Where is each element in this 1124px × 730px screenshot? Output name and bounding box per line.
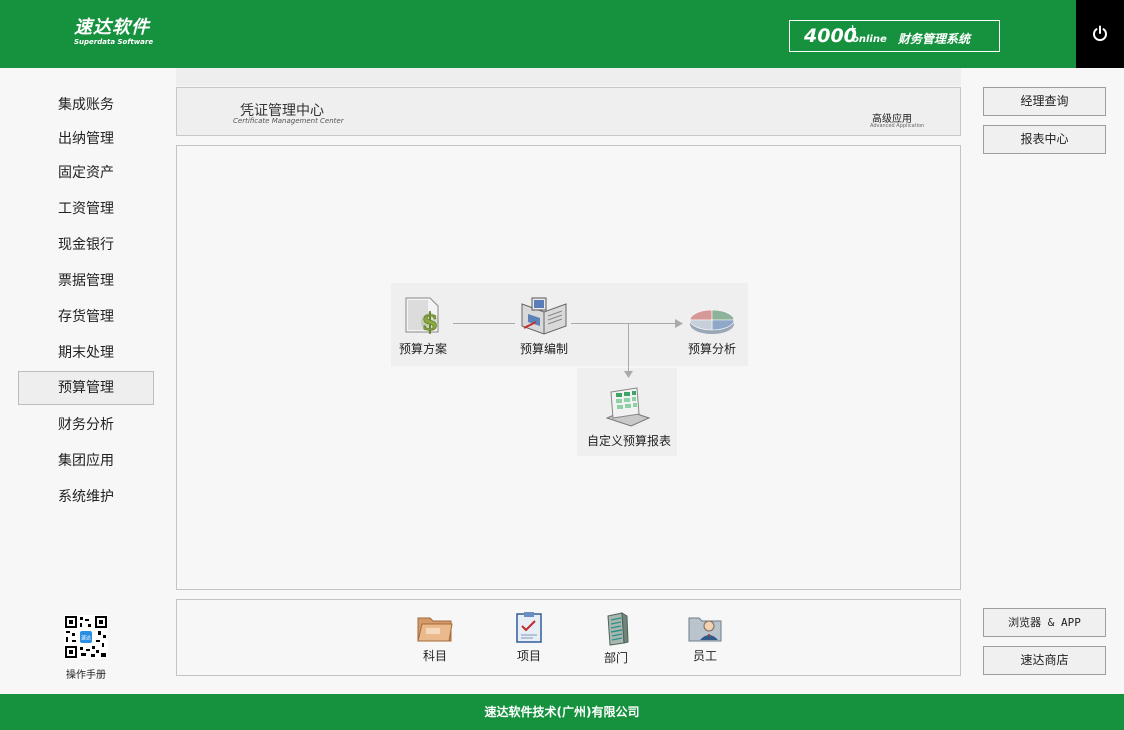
custom-budget-report-node[interactable]: 自定义预算报表 [587,384,672,449]
budget-book-icon [521,297,567,335]
sidebar-item-payroll[interactable]: 工资管理 [18,192,154,226]
sidebar-item-integrated-accounting[interactable]: 集成账务 [18,88,154,122]
section-banner: 凭证管理中心 Certificate Management Center 高级应… [176,87,961,136]
project-button[interactable]: 项目 [499,612,559,664]
budget-compile-node[interactable]: 预算编制 [504,292,584,357]
budget-compile-label: 预算编制 [519,342,568,356]
sidebar-item-financial-analysis[interactable]: 财务分析 [18,408,154,442]
manual-qr-link[interactable]: 速达 操作手册 [62,615,110,681]
report-sheet-icon [605,387,651,427]
banner-subtitle: Certificate Management Center [233,117,344,125]
clipboard-icon [516,612,542,643]
qr-code-icon: 速达 [64,615,108,659]
svg-text:速达: 速达 [81,635,91,642]
custom-budget-report-label: 自定义预算报表 [587,434,672,448]
hotline-suffix: online [852,34,887,45]
flow-connector [628,323,629,373]
dollar-document-icon: $ [405,297,439,336]
sidebar-item-fixed-assets[interactable]: 固定资产 [18,156,154,190]
logo-text-en: Superdata Software [74,38,154,46]
sidebar-item-group[interactable]: 集团应用 [18,444,154,478]
employee-label: 员工 [692,649,717,663]
building-icon [607,612,629,646]
power-icon [1093,25,1107,41]
sidebar-item-cash-bank[interactable]: 现金银行 [18,228,154,262]
manager-query-button[interactable]: 经理查询 [983,87,1106,116]
power-button[interactable] [1076,0,1124,68]
budget-analysis-label: 预算分析 [687,342,736,356]
account-subject-label: 科目 [422,649,447,663]
sidebar-item-budget[interactable]: 预算管理 [18,371,154,405]
project-label: 项目 [516,649,541,663]
browser-app-button[interactable]: 浏览器 & APP [983,608,1106,637]
system-name: 财务管理系统 [898,32,971,46]
account-subject-button[interactable]: 科目 [405,612,465,664]
budget-analysis-node[interactable]: 预算分析 [672,300,752,357]
top-strip [176,68,961,86]
bottom-quick-bar: 科目 项目 部门 员工 [176,599,961,676]
svg-text:$: $ [422,307,439,336]
logo-text-cn: 速达软件 [74,17,150,38]
department-label: 部门 [603,651,628,665]
sidebar-item-bills[interactable]: 票据管理 [18,264,154,298]
footer-company-name: 速达软件技术(广州)有限公司 [484,705,640,719]
folder-icon [417,617,453,642]
budget-plan-node[interactable]: $ 预算方案 [383,292,463,357]
company-logo: 速达软件 Superdata Software [74,18,153,47]
department-button[interactable]: 部门 [586,612,646,666]
hotline-box: 4000 + online 财务管理系统 [789,20,1000,52]
arrow-down-icon [624,371,633,378]
budget-plan-label: 预算方案 [398,342,447,356]
sidebar-item-inventory[interactable]: 存货管理 [18,300,154,334]
header-bar: 速达软件 Superdata Software 4000 + online 财务… [0,0,1124,68]
sidebar-item-cashier[interactable]: 出纳管理 [18,122,154,156]
report-center-button[interactable]: 报表中心 [983,125,1106,154]
manual-label: 操作手册 [66,670,106,681]
budget-workflow-panel: $ 预算方案 预算编制 预算分析 自定义预算报表 [176,145,961,590]
superdata-store-button[interactable]: 速达商店 [983,646,1106,675]
advanced-application-subtitle: Advanced Application [870,123,925,129]
app-root: 速达软件 Superdata Software 4000 + online 财务… [0,0,1124,730]
pie-chart-icon [689,309,735,334]
sidebar-item-period-end[interactable]: 期末处理 [18,336,154,370]
footer-bar: 速达软件技术(广州)有限公司 [0,694,1124,730]
sidebar-item-system[interactable]: 系统维护 [18,480,154,514]
employee-button[interactable]: 员工 [675,612,735,664]
flow-connector [571,323,681,324]
employee-icon [688,617,722,642]
